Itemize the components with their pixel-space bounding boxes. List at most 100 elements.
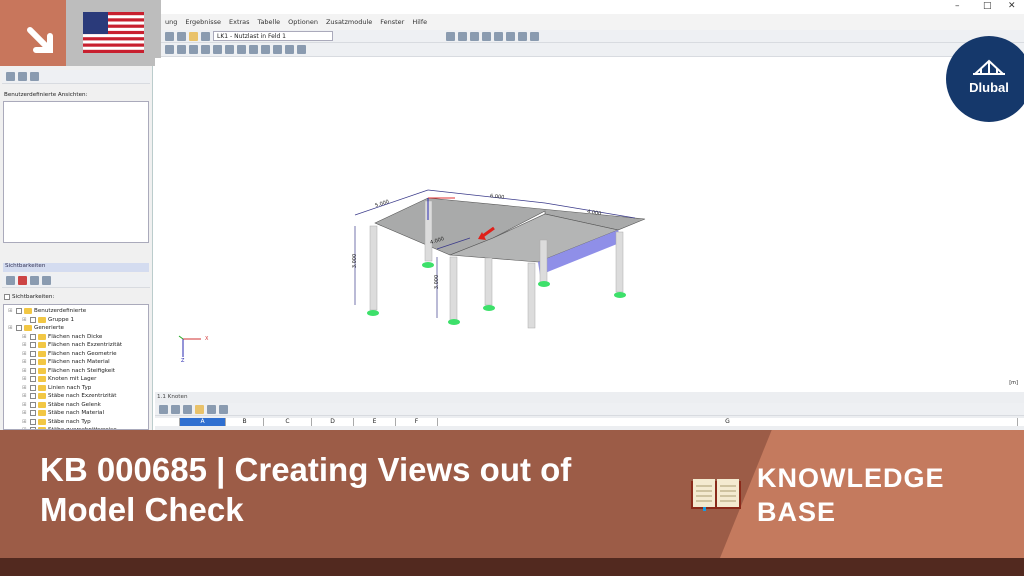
load-case-select[interactable]: LK1 - Nutzlast in Feld 1 <box>213 31 333 41</box>
toolbar-icon[interactable] <box>177 45 186 54</box>
table-tool-icon[interactable] <box>183 404 192 414</box>
toolbar-icon[interactable] <box>297 45 306 54</box>
toolbar-icon[interactable] <box>261 45 270 54</box>
view-icon[interactable] <box>18 72 27 81</box>
column-header-g[interactable]: G <box>438 418 1018 426</box>
maximize-button[interactable]: □ <box>983 1 992 11</box>
tree-checkbox[interactable] <box>30 333 36 340</box>
table-tool-icon[interactable] <box>195 404 204 414</box>
toolbar-icon[interactable] <box>494 31 503 41</box>
visibility-icon[interactable] <box>42 276 51 285</box>
table-tool-icon[interactable] <box>171 404 180 414</box>
toolbar-icon[interactable] <box>177 31 186 41</box>
visibility-icon[interactable] <box>18 276 27 285</box>
toolbar-icon[interactable] <box>518 31 527 41</box>
custom-views-list[interactable] <box>3 101 149 243</box>
expand-icon[interactable]: ⊞ <box>22 358 28 367</box>
tree-item[interactable]: ⊞ Stäbe nach Gelenk <box>8 401 148 410</box>
toolbar-icon[interactable] <box>225 45 234 54</box>
expand-icon[interactable]: ⊞ <box>22 392 28 401</box>
toolbar-icon[interactable] <box>189 45 198 54</box>
menu-item-hilfe[interactable]: Hilfe <box>412 18 427 26</box>
toolbar-icon[interactable] <box>213 45 222 54</box>
close-button[interactable]: ✕ <box>1008 1 1016 11</box>
toolbar-icon[interactable] <box>285 45 294 54</box>
expand-icon[interactable]: ⊞ <box>22 375 28 384</box>
toolbar-icon[interactable] <box>201 31 210 41</box>
expand-icon[interactable]: ⊞ <box>22 316 28 325</box>
tree-item[interactable]: ⊞ Flächen nach Material <box>8 358 148 367</box>
tree-item[interactable]: ⊞ Generierte <box>8 324 148 333</box>
tree-item[interactable]: ⊞ Stäbe nach Material <box>8 409 148 418</box>
view-icon[interactable] <box>30 72 39 81</box>
tree-checkbox[interactable] <box>16 325 22 332</box>
menu-item-zusatzmodule[interactable]: Zusatzmodule <box>326 18 372 26</box>
menu-item-tabelle[interactable]: Tabelle <box>258 18 281 26</box>
minimize-button[interactable]: – <box>955 1 960 11</box>
toolbar-icon[interactable] <box>165 45 174 54</box>
tree-item[interactable]: ⊞ Stäbe nach Exzentrizität <box>8 392 148 401</box>
toolbar-icon[interactable] <box>165 31 174 41</box>
expand-icon[interactable]: ⊞ <box>8 324 14 333</box>
toolbar-icon[interactable] <box>506 31 515 41</box>
toolbar-icon[interactable] <box>273 45 282 54</box>
column-header-a[interactable]: A <box>180 418 226 426</box>
tree-checkbox[interactable] <box>30 401 36 408</box>
toolbar-icon[interactable] <box>249 45 258 54</box>
tree-checkbox[interactable] <box>30 418 36 425</box>
visibility-icon[interactable] <box>6 276 15 285</box>
expand-icon[interactable]: ⊞ <box>22 384 28 393</box>
tree-checkbox[interactable] <box>16 308 22 315</box>
expand-icon[interactable]: ⊞ <box>22 367 28 376</box>
expand-icon[interactable]: ⊞ <box>22 418 28 427</box>
tree-checkbox[interactable] <box>30 410 36 417</box>
toolbar-icon[interactable] <box>189 31 198 41</box>
visibility-checkbox[interactable]: Sichtbarkeiten: <box>4 294 54 300</box>
table-tool-icon[interactable] <box>207 404 216 414</box>
tree-item[interactable]: ⊞ Flächen nach Geometrie <box>8 350 148 359</box>
expand-icon[interactable]: ⊞ <box>22 409 28 418</box>
expand-icon[interactable]: ⊞ <box>8 307 14 316</box>
toolbar-icon[interactable] <box>470 31 479 41</box>
tree-checkbox[interactable] <box>30 367 36 374</box>
toolbar-icon[interactable] <box>458 31 467 41</box>
tree-item[interactable]: ⊞ Gruppe 1 <box>8 316 148 325</box>
table-tool-icon[interactable] <box>159 404 168 414</box>
column-header-c[interactable]: C <box>264 418 312 426</box>
toolbar-icon[interactable] <box>237 45 246 54</box>
menu-item-fenster[interactable]: Fenster <box>380 18 404 26</box>
model-3d-view[interactable]: 5.000 6.000 4.000 3.000 4.000 3.000 X Z … <box>155 58 1024 391</box>
tree-checkbox[interactable] <box>30 359 36 366</box>
tree-item[interactable]: ⊞ Knoten mit Lager <box>8 375 148 384</box>
tree-checkbox[interactable] <box>30 376 36 383</box>
menu-item-optionen[interactable]: Optionen <box>288 18 318 26</box>
toolbar-icon[interactable] <box>482 31 491 41</box>
table-tool-icon[interactable] <box>219 404 228 414</box>
tree-checkbox[interactable] <box>30 384 36 391</box>
column-header-f[interactable]: F <box>396 418 438 426</box>
tree-item[interactable]: ⊞ Linien nach Typ <box>8 384 148 393</box>
tree-item[interactable]: ⊞ Flächen nach Dicke <box>8 333 148 342</box>
expand-icon[interactable]: ⊞ <box>22 341 28 350</box>
menu-item[interactable]: ung <box>165 18 177 26</box>
column-header-d[interactable]: D <box>312 418 354 426</box>
column-header-b[interactable]: B <box>226 418 264 426</box>
menu-item-extras[interactable]: Extras <box>229 18 250 26</box>
menu-item-ergebnisse[interactable]: Ergebnisse <box>185 18 221 26</box>
expand-icon[interactable]: ⊞ <box>22 350 28 359</box>
expand-icon[interactable]: ⊞ <box>22 333 28 342</box>
toolbar-icon[interactable] <box>446 31 455 41</box>
toolbar-icon[interactable] <box>201 45 210 54</box>
view-icon[interactable] <box>6 72 15 81</box>
toolbar-icon[interactable] <box>530 31 539 41</box>
tree-item[interactable]: ⊞ Flächen nach Exzentrizität <box>8 341 148 350</box>
tree-item[interactable]: ⊞ Benutzerdefinierte <box>8 307 148 316</box>
tree-checkbox[interactable] <box>30 316 36 323</box>
tree-checkbox[interactable] <box>30 342 36 349</box>
column-header-e[interactable]: E <box>354 418 396 426</box>
tree-item[interactable]: ⊞ Stäbe nach Typ <box>8 418 148 427</box>
tree-checkbox[interactable] <box>30 350 36 357</box>
tree-item[interactable]: ⊞ Flächen nach Steifigkeit <box>8 367 148 376</box>
expand-icon[interactable]: ⊞ <box>22 401 28 410</box>
language-flag-box[interactable] <box>66 0 161 66</box>
